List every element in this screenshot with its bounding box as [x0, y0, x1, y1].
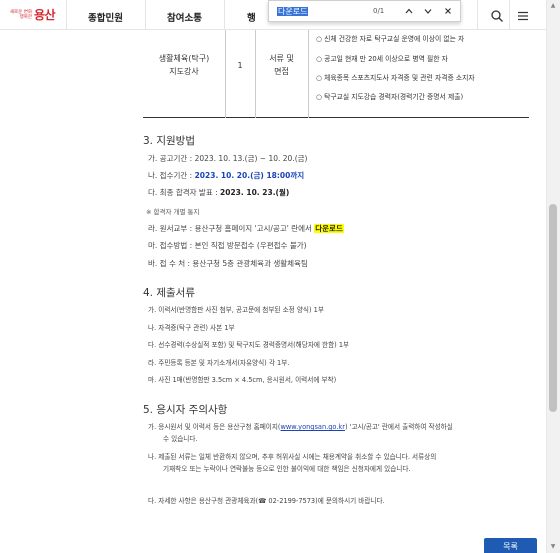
yongsan-site-link[interactable]: www.yongsan.go.kr	[281, 423, 345, 431]
chevron-down-icon[interactable]	[421, 4, 435, 18]
header-divider	[66, 0, 67, 30]
close-icon[interactable]	[441, 4, 455, 18]
announce-note: ※ 합격자 개별 통지	[146, 208, 200, 216]
deadline-label: 나. 접수기간 :	[148, 171, 195, 180]
table-cell-count: 1	[237, 61, 243, 70]
nav-item-admin[interactable]: 행	[247, 10, 256, 24]
apply-method: 마. 접수방법 : 본인 직접 방문접수 (우편접수 불가)	[148, 241, 307, 250]
form-distribution: 라. 원서교부 : 용산구청 홈페이지 '고시/공고' 란에서 다운로드	[148, 223, 344, 234]
find-match-count: 0/1	[373, 7, 385, 15]
caution-a-suffix: ) '고시/공고' 란에서 출력하여 작성하실	[344, 423, 453, 431]
document-item: 다. 선수경력(수상실적 포함) 및 탁구지도 경력증명서(해당자에 한함) 1…	[148, 341, 350, 349]
requirement-item: ○ 탁구교실 지도강습 경력자(경력기간 증명서 제출)	[316, 93, 464, 101]
search-icon[interactable]	[490, 8, 504, 22]
caution-b-continuation: 기재착오 또는 누락이나 연락불능 등으로 인한 불이익에 대한 책임은 신청자…	[163, 465, 411, 473]
logo-tagline: 새로운 변화 행복한	[9, 9, 32, 20]
nav-item-participation[interactable]: 참여소통	[167, 10, 202, 24]
document-item: 마. 사진 1매(반명함판 3.5cm × 4.5cm, 응시원서, 이력서에 …	[148, 376, 337, 384]
find-input[interactable]: 다운로드	[273, 4, 383, 19]
document-item: 나. 자격증(탁구 관련) 사본 1부	[148, 324, 235, 332]
table-divider	[308, 30, 309, 118]
header-divider	[145, 0, 146, 30]
scrollbar-thumb[interactable]	[549, 204, 557, 412]
caution-c: 다. 자세한 사항은 용산구청 관광체육과(☎ 02-2199-7573)에 문…	[148, 497, 385, 505]
apply-deadline: 나. 접수기간 : 2023. 10. 20.(금) 18:00까지	[148, 170, 304, 181]
yongsan-logo[interactable]: 새로운 변화 행복한 용산	[8, 6, 56, 23]
header-divider	[224, 0, 225, 30]
header-divider	[509, 0, 510, 30]
apply-period: 가. 공고기간 : 2023. 10. 13.(금) ~ 10. 20.(금)	[148, 154, 308, 163]
menu-icon[interactable]	[516, 8, 530, 22]
requirement-item: ○ 체육종목 스포츠지도사 자격증 및 관련 자격증 소지자	[316, 74, 475, 82]
nav-item-civil[interactable]: 종합민원	[88, 10, 123, 24]
logo-text: 용산	[34, 8, 56, 22]
caution-a: 가. 응시원서 및 이력서 등은 용산구청 홈페이지(www.yongsan.g…	[148, 421, 453, 431]
announce-date: 다. 최종 합격자 발표 : 2023. 10. 23.(월)	[148, 187, 289, 198]
caution-b: 나. 제출된 서류는 일체 반환하지 않으며, 추후 허위사실 시에는 채용계약…	[148, 453, 437, 461]
scroll-up-icon[interactable]: ▲	[549, 2, 557, 10]
section-title-cautions: 5. 응시자 주의사항	[143, 404, 228, 416]
announce-value: 2023. 10. 23.(월)	[220, 188, 290, 197]
find-query: 다운로드	[277, 7, 309, 16]
table-divider	[225, 30, 226, 118]
announce-label: 다. 최종 합격자 발표 :	[148, 188, 221, 197]
download-link[interactable]: 다운로드	[314, 224, 344, 233]
requirement-item: ○ 공고일 현재 만 20세 이상으로 병역 필한 자	[316, 55, 448, 63]
apply-place: 바. 접 수 처 : 용산구청 5층 관광체육과 생활체육팀	[148, 259, 308, 268]
caution-a-continuation: 수 있습니다.	[163, 435, 198, 443]
scroll-down-icon[interactable]: ▼	[549, 543, 557, 551]
header-divider	[477, 0, 478, 30]
table-cell-job: 생활체육(탁구) 지도강사	[158, 54, 210, 76]
deadline-value: 2023. 10. 20.(금) 18:00까지	[194, 171, 305, 180]
section-title-apply: 3. 지원방법	[143, 135, 195, 147]
section-title-documents: 4. 제출서류	[143, 287, 195, 299]
list-button[interactable]: 목록	[484, 538, 537, 553]
caution-a-text: 가. 응시원서 및 이력서 등은 용산구청 홈페이지(	[148, 423, 281, 431]
table-cell-method: 서류 및 면접	[269, 54, 294, 76]
form-label: 라. 원서교부 : 용산구청 홈페이지 '고시/공고' 란에서	[148, 224, 315, 233]
document-item: 라. 주민등록 등본 및 자기소개서(자유양식) 각 1부.	[148, 359, 290, 367]
chevron-up-icon[interactable]	[402, 4, 416, 18]
requirement-item: ○ 신체 건강한 자로 탁구교실 운영에 이상이 없는 자	[316, 35, 465, 43]
document-item: 가. 이력서(반명함판 사진 첨부, 공고문에 첨부된 소정 양식) 1부	[148, 306, 324, 314]
